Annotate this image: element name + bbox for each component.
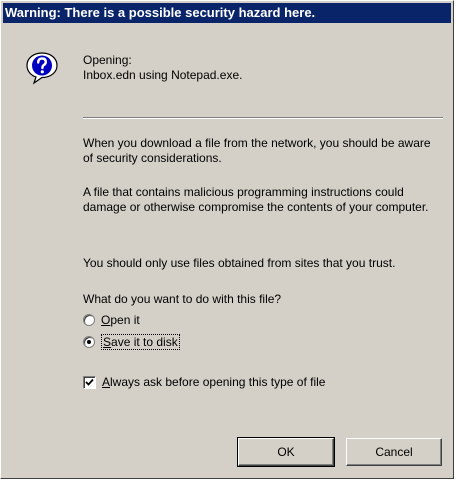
save-it-radio-button[interactable] — [83, 336, 95, 348]
always-ask-checkbox[interactable] — [83, 375, 96, 389]
security-warning-dialog: Warning: There is a possible security ha… — [0, 0, 454, 479]
always-ask-checkbox-row[interactable]: Always ask before opening this type of f… — [83, 373, 325, 391]
opening-file: Inbox.edn using Notepad.exe. — [83, 68, 243, 82]
checkmark-icon — [85, 378, 94, 386]
download-warning-text: When you download a file from the networ… — [83, 136, 431, 165]
open-it-label[interactable]: Open it — [101, 313, 140, 327]
trust-text: You should only use files obtained from … — [83, 256, 396, 270]
separator — [83, 117, 443, 119]
always-ask-label[interactable]: Always ask before opening this type of f… — [102, 375, 325, 389]
malicious-warning-text: A file that contains malicious programmi… — [83, 185, 429, 214]
question-mark-icon — [26, 52, 58, 85]
ok-button[interactable]: OK — [237, 437, 335, 467]
save-it-label[interactable]: Save it to disk — [101, 334, 180, 350]
opening-label: Opening: — [83, 53, 132, 67]
save-it-radio[interactable]: Save it to disk — [83, 333, 180, 351]
question-text: What do you want to do with this file? — [83, 292, 282, 306]
window-title: Warning: There is a possible security ha… — [3, 3, 451, 23]
open-it-radio-button[interactable] — [83, 314, 95, 326]
cancel-button[interactable]: Cancel — [346, 438, 442, 466]
open-it-radio[interactable]: Open it — [83, 311, 140, 329]
